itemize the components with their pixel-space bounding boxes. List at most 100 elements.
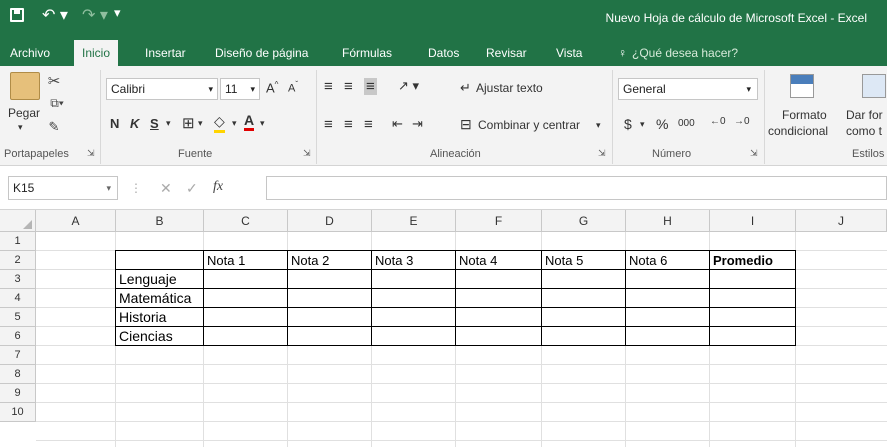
column-header-b[interactable]: B (116, 210, 204, 232)
column-header-g[interactable]: G (542, 210, 626, 232)
chevron-down-icon[interactable]: ▾ (260, 118, 265, 129)
column-header-f[interactable]: F (456, 210, 542, 232)
align-left-icon[interactable]: ≡ (324, 116, 333, 133)
dialog-launcher-icon[interactable]: ⇲ (750, 148, 758, 159)
row-header-2[interactable]: 2 (0, 251, 36, 270)
cell-e2[interactable]: Nota 3 (372, 251, 413, 270)
cell-c2[interactable]: Nota 1 (204, 251, 245, 270)
tab-diseno-pagina[interactable]: Diseño de página (215, 40, 308, 66)
row-header-4[interactable]: 4 (0, 289, 36, 308)
cell-h2[interactable]: Nota 6 (626, 251, 667, 270)
decrease-indent-icon[interactable]: ⇤ (392, 116, 403, 132)
column-header-e[interactable]: E (372, 210, 456, 232)
tab-revisar[interactable]: Revisar (486, 40, 527, 66)
font-color-icon[interactable]: A (244, 112, 255, 131)
paste-button[interactable]: Pegar (8, 106, 40, 120)
tab-archivo[interactable]: Archivo (10, 40, 50, 66)
paste-dropdown-icon[interactable]: ▾ (18, 122, 23, 133)
row-header-9[interactable]: 9 (0, 384, 36, 403)
conditional-format-button-line2[interactable]: condicional (768, 124, 828, 138)
format-as-table-button[interactable]: Dar for (846, 108, 883, 122)
dialog-launcher-icon[interactable]: ⇲ (598, 148, 606, 159)
format-as-table-button-line2[interactable]: como t (846, 124, 882, 138)
customize-quick-access-icon[interactable]: ▾ (114, 5, 121, 21)
column-header-c[interactable]: C (204, 210, 288, 232)
row-header-5[interactable]: 5 (0, 308, 36, 327)
format-painter-icon[interactable]: ✎ (44, 118, 64, 136)
merge-center-icon[interactable]: ⊟ (460, 116, 472, 133)
column-header-j[interactable]: J (796, 210, 887, 232)
insert-function-button[interactable]: fx (213, 179, 223, 195)
number-format-dropdown[interactable]: General ▾ (618, 78, 758, 100)
align-bottom-icon[interactable]: ≡ (364, 78, 377, 95)
fill-color-icon[interactable]: ◇ (214, 113, 225, 133)
wrap-text-icon[interactable]: ↵ (460, 80, 471, 96)
column-header-a[interactable]: A (36, 210, 116, 232)
conditional-format-button[interactable]: Formato (782, 108, 827, 122)
formula-input[interactable] (266, 176, 887, 200)
italic-button[interactable]: K (130, 116, 139, 131)
increase-font-icon[interactable]: A^ (266, 80, 278, 95)
column-header-i[interactable]: I (710, 210, 796, 232)
wrap-text-button[interactable]: Ajustar texto (476, 81, 543, 95)
tell-me-box[interactable]: ¿Qué desea hacer? (632, 40, 738, 66)
column-header-h[interactable]: H (626, 210, 710, 232)
save-icon[interactable] (10, 8, 24, 22)
cell-g2[interactable]: Nota 5 (542, 251, 583, 270)
cell-b5[interactable]: Historia (116, 308, 166, 327)
chevron-down-icon[interactable]: ▾ (640, 119, 645, 130)
row-header-7[interactable]: 7 (0, 346, 36, 365)
chevron-down-icon[interactable]: ▾ (166, 118, 171, 129)
align-center-icon[interactable]: ≡ (344, 116, 353, 133)
thousands-button[interactable]: 000 (678, 118, 695, 129)
cell-f2[interactable]: Nota 4 (456, 251, 497, 270)
font-size-dropdown[interactable]: 11 ▾ (220, 78, 260, 100)
conditional-format-icon[interactable] (790, 74, 814, 98)
align-middle-icon[interactable]: ≡ (344, 78, 353, 95)
cell-i2[interactable]: Promedio (710, 251, 773, 270)
merge-center-button[interactable]: Combinar y centrar (478, 118, 580, 132)
cell-b6[interactable]: Ciencias (116, 327, 173, 346)
align-right-icon[interactable]: ≡ (364, 116, 373, 133)
cell-b4[interactable]: Matemática (116, 289, 191, 308)
format-as-table-icon[interactable] (862, 74, 886, 98)
cut-icon[interactable]: ✂ (44, 72, 64, 90)
tab-formulas[interactable]: Fórmulas (342, 40, 392, 66)
tab-datos[interactable]: Datos (428, 40, 459, 66)
enter-icon[interactable]: ✓ (186, 180, 198, 197)
chevron-down-icon[interactable]: ▾ (596, 120, 601, 131)
borders-icon[interactable]: ⊞ (182, 114, 195, 132)
underline-button[interactable]: S (150, 116, 159, 131)
decrease-font-icon[interactable]: Aˇ (288, 80, 298, 95)
row-header-6[interactable]: 6 (0, 327, 36, 346)
column-header-d[interactable]: D (288, 210, 372, 232)
chevron-down-icon[interactable]: ▾ (232, 118, 237, 129)
increase-decimal-icon[interactable]: ←0 (710, 116, 726, 127)
select-all-corner[interactable] (0, 210, 36, 232)
tab-vista[interactable]: Vista (556, 40, 582, 66)
cell-b3[interactable]: Lenguaje (116, 270, 177, 289)
row-header-8[interactable]: 8 (0, 365, 36, 384)
row-header-10[interactable]: 10 (0, 403, 36, 422)
row-header-1[interactable]: 1 (0, 232, 36, 251)
increase-indent-icon[interactable]: ⇥ (412, 116, 423, 132)
worksheet-grid[interactable]: ABCDEFGHIJ 1 2 3 4 5 6 7 8 9 10 Nota 1 Nota 2 Nota … (0, 210, 887, 447)
name-box[interactable]: K15 ▾ (8, 176, 118, 200)
currency-button[interactable]: $ (624, 116, 632, 132)
cell-d2[interactable]: Nota 2 (288, 251, 329, 270)
percent-button[interactable]: % (656, 116, 668, 132)
bold-button[interactable]: N (110, 116, 119, 131)
redo-icon[interactable]: ↷ ▾ (82, 5, 108, 25)
copy-icon[interactable]: ⧉▾ (44, 94, 70, 112)
cancel-icon[interactable]: ✕ (160, 180, 172, 197)
tab-insertar[interactable]: Insertar (145, 40, 186, 66)
paste-icon[interactable] (10, 72, 40, 100)
font-name-dropdown[interactable]: Calibri ▾ (106, 78, 218, 100)
row-header-3[interactable]: 3 (0, 270, 36, 289)
align-top-icon[interactable]: ≡ (324, 78, 333, 95)
orientation-icon[interactable]: ↗ ▾ (398, 78, 419, 94)
dialog-launcher-icon[interactable]: ⇲ (303, 148, 311, 159)
tab-inicio[interactable]: Inicio (74, 40, 119, 66)
undo-icon[interactable]: ↶ ▾ (42, 5, 68, 25)
dialog-launcher-icon[interactable]: ⇲ (87, 148, 95, 159)
